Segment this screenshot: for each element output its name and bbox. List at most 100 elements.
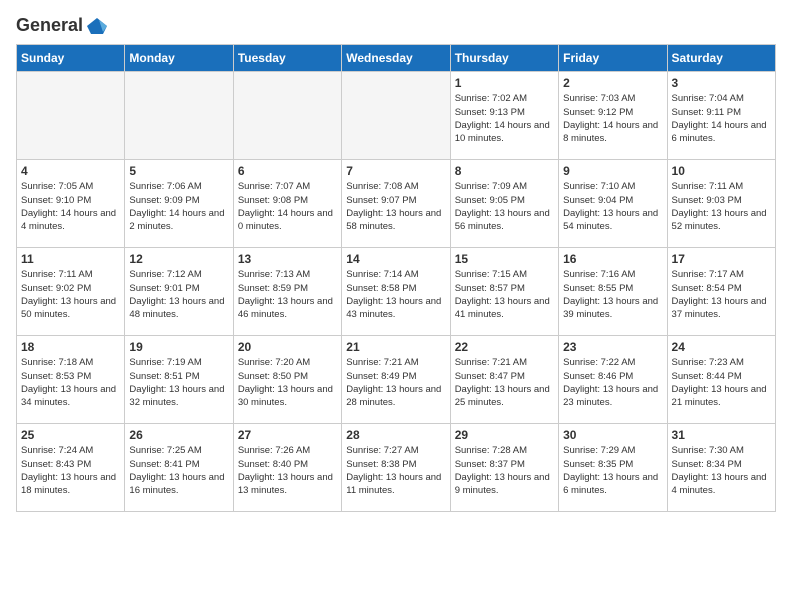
cell-info: Sunrise: 7:21 AMSunset: 8:49 PMDaylight:… (346, 356, 445, 409)
cell-info: Sunrise: 7:22 AMSunset: 8:46 PMDaylight:… (563, 356, 662, 409)
cell-info: Sunrise: 7:29 AMSunset: 8:35 PMDaylight:… (563, 444, 662, 497)
calendar-cell: 15 Sunrise: 7:15 AMSunset: 8:57 PMDaylig… (450, 248, 558, 336)
cell-info: Sunrise: 7:30 AMSunset: 8:34 PMDaylight:… (672, 444, 771, 497)
calendar-cell: 8 Sunrise: 7:09 AMSunset: 9:05 PMDayligh… (450, 160, 558, 248)
cell-info: Sunrise: 7:20 AMSunset: 8:50 PMDaylight:… (238, 356, 337, 409)
calendar-cell: 25 Sunrise: 7:24 AMSunset: 8:43 PMDaylig… (17, 424, 125, 512)
cell-info: Sunrise: 7:17 AMSunset: 8:54 PMDaylight:… (672, 268, 771, 321)
logo-general: General (16, 16, 109, 36)
calendar-cell (125, 72, 233, 160)
cell-info: Sunrise: 7:21 AMSunset: 8:47 PMDaylight:… (455, 356, 554, 409)
cell-info: Sunrise: 7:14 AMSunset: 8:58 PMDaylight:… (346, 268, 445, 321)
day-number: 5 (129, 164, 228, 178)
col-header-saturday: Saturday (667, 45, 775, 72)
day-number: 4 (21, 164, 120, 178)
calendar-cell: 21 Sunrise: 7:21 AMSunset: 8:49 PMDaylig… (342, 336, 450, 424)
calendar-cell: 12 Sunrise: 7:12 AMSunset: 9:01 PMDaylig… (125, 248, 233, 336)
day-number: 16 (563, 252, 662, 266)
cell-info: Sunrise: 7:06 AMSunset: 9:09 PMDaylight:… (129, 180, 228, 233)
calendar-cell (233, 72, 341, 160)
calendar-cell: 18 Sunrise: 7:18 AMSunset: 8:53 PMDaylig… (17, 336, 125, 424)
cell-info: Sunrise: 7:02 AMSunset: 9:13 PMDaylight:… (455, 92, 554, 145)
week-row-4: 18 Sunrise: 7:18 AMSunset: 8:53 PMDaylig… (17, 336, 776, 424)
day-number: 2 (563, 76, 662, 90)
cell-info: Sunrise: 7:15 AMSunset: 8:57 PMDaylight:… (455, 268, 554, 321)
calendar-cell (17, 72, 125, 160)
cell-info: Sunrise: 7:11 AMSunset: 9:02 PMDaylight:… (21, 268, 120, 321)
cell-info: Sunrise: 7:19 AMSunset: 8:51 PMDaylight:… (129, 356, 228, 409)
calendar-cell: 13 Sunrise: 7:13 AMSunset: 8:59 PMDaylig… (233, 248, 341, 336)
day-number: 21 (346, 340, 445, 354)
calendar-cell: 29 Sunrise: 7:28 AMSunset: 8:37 PMDaylig… (450, 424, 558, 512)
calendar-cell: 2 Sunrise: 7:03 AMSunset: 9:12 PMDayligh… (559, 72, 667, 160)
day-number: 14 (346, 252, 445, 266)
cell-info: Sunrise: 7:18 AMSunset: 8:53 PMDaylight:… (21, 356, 120, 409)
cell-info: Sunrise: 7:12 AMSunset: 9:01 PMDaylight:… (129, 268, 228, 321)
cell-info: Sunrise: 7:05 AMSunset: 9:10 PMDaylight:… (21, 180, 120, 233)
day-number: 20 (238, 340, 337, 354)
day-number: 31 (672, 428, 771, 442)
calendar-cell: 24 Sunrise: 7:23 AMSunset: 8:44 PMDaylig… (667, 336, 775, 424)
col-header-tuesday: Tuesday (233, 45, 341, 72)
day-number: 10 (672, 164, 771, 178)
calendar-cell: 26 Sunrise: 7:25 AMSunset: 8:41 PMDaylig… (125, 424, 233, 512)
day-number: 7 (346, 164, 445, 178)
cell-info: Sunrise: 7:28 AMSunset: 8:37 PMDaylight:… (455, 444, 554, 497)
day-number: 6 (238, 164, 337, 178)
day-number: 23 (563, 340, 662, 354)
day-number: 29 (455, 428, 554, 442)
day-number: 3 (672, 76, 771, 90)
week-row-2: 4 Sunrise: 7:05 AMSunset: 9:10 PMDayligh… (17, 160, 776, 248)
calendar-cell: 20 Sunrise: 7:20 AMSunset: 8:50 PMDaylig… (233, 336, 341, 424)
calendar-cell: 7 Sunrise: 7:08 AMSunset: 9:07 PMDayligh… (342, 160, 450, 248)
logo: General (16, 16, 109, 36)
calendar-cell: 17 Sunrise: 7:17 AMSunset: 8:54 PMDaylig… (667, 248, 775, 336)
calendar-cell (342, 72, 450, 160)
calendar-cell: 9 Sunrise: 7:10 AMSunset: 9:04 PMDayligh… (559, 160, 667, 248)
calendar-cell: 10 Sunrise: 7:11 AMSunset: 9:03 PMDaylig… (667, 160, 775, 248)
day-number: 19 (129, 340, 228, 354)
calendar-cell: 22 Sunrise: 7:21 AMSunset: 8:47 PMDaylig… (450, 336, 558, 424)
cell-info: Sunrise: 7:24 AMSunset: 8:43 PMDaylight:… (21, 444, 120, 497)
day-number: 28 (346, 428, 445, 442)
cell-info: Sunrise: 7:04 AMSunset: 9:11 PMDaylight:… (672, 92, 771, 145)
cell-info: Sunrise: 7:03 AMSunset: 9:12 PMDaylight:… (563, 92, 662, 145)
day-number: 30 (563, 428, 662, 442)
cell-info: Sunrise: 7:11 AMSunset: 9:03 PMDaylight:… (672, 180, 771, 233)
col-header-monday: Monday (125, 45, 233, 72)
calendar-cell: 27 Sunrise: 7:26 AMSunset: 8:40 PMDaylig… (233, 424, 341, 512)
calendar-cell: 28 Sunrise: 7:27 AMSunset: 8:38 PMDaylig… (342, 424, 450, 512)
calendar-table: SundayMondayTuesdayWednesdayThursdayFrid… (16, 44, 776, 512)
week-row-5: 25 Sunrise: 7:24 AMSunset: 8:43 PMDaylig… (17, 424, 776, 512)
col-header-thursday: Thursday (450, 45, 558, 72)
cell-info: Sunrise: 7:09 AMSunset: 9:05 PMDaylight:… (455, 180, 554, 233)
cell-info: Sunrise: 7:16 AMSunset: 8:55 PMDaylight:… (563, 268, 662, 321)
day-number: 27 (238, 428, 337, 442)
calendar-cell: 31 Sunrise: 7:30 AMSunset: 8:34 PMDaylig… (667, 424, 775, 512)
calendar-cell: 6 Sunrise: 7:07 AMSunset: 9:08 PMDayligh… (233, 160, 341, 248)
col-header-friday: Friday (559, 45, 667, 72)
cell-info: Sunrise: 7:27 AMSunset: 8:38 PMDaylight:… (346, 444, 445, 497)
calendar-cell: 19 Sunrise: 7:19 AMSunset: 8:51 PMDaylig… (125, 336, 233, 424)
header-row: SundayMondayTuesdayWednesdayThursdayFrid… (17, 45, 776, 72)
day-number: 1 (455, 76, 554, 90)
day-number: 12 (129, 252, 228, 266)
col-header-wednesday: Wednesday (342, 45, 450, 72)
calendar-cell: 30 Sunrise: 7:29 AMSunset: 8:35 PMDaylig… (559, 424, 667, 512)
col-header-sunday: Sunday (17, 45, 125, 72)
cell-info: Sunrise: 7:08 AMSunset: 9:07 PMDaylight:… (346, 180, 445, 233)
cell-info: Sunrise: 7:25 AMSunset: 8:41 PMDaylight:… (129, 444, 228, 497)
cell-info: Sunrise: 7:26 AMSunset: 8:40 PMDaylight:… (238, 444, 337, 497)
cell-info: Sunrise: 7:07 AMSunset: 9:08 PMDaylight:… (238, 180, 337, 233)
calendar-cell: 4 Sunrise: 7:05 AMSunset: 9:10 PMDayligh… (17, 160, 125, 248)
day-number: 18 (21, 340, 120, 354)
day-number: 25 (21, 428, 120, 442)
day-number: 15 (455, 252, 554, 266)
week-row-1: 1 Sunrise: 7:02 AMSunset: 9:13 PMDayligh… (17, 72, 776, 160)
day-number: 26 (129, 428, 228, 442)
day-number: 11 (21, 252, 120, 266)
calendar-cell: 23 Sunrise: 7:22 AMSunset: 8:46 PMDaylig… (559, 336, 667, 424)
day-number: 13 (238, 252, 337, 266)
calendar-cell: 1 Sunrise: 7:02 AMSunset: 9:13 PMDayligh… (450, 72, 558, 160)
day-number: 9 (563, 164, 662, 178)
